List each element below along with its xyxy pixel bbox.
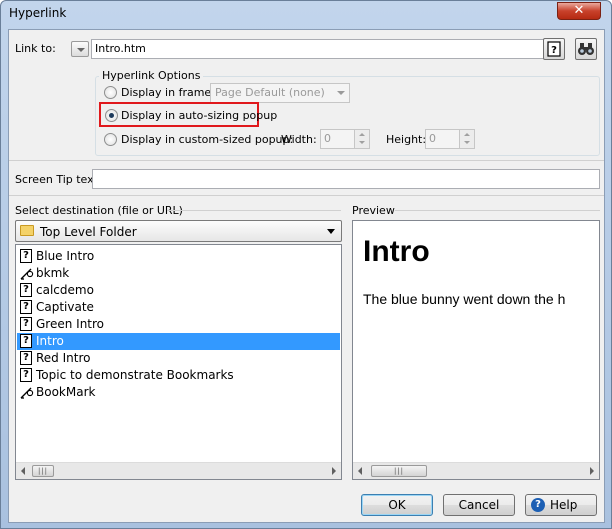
topic-icon: ? [20, 283, 32, 297]
close-button[interactable]: ✕ [557, 2, 601, 20]
list-item[interactable]: bkmk [17, 265, 340, 282]
list-item-label: bkmk [36, 266, 70, 280]
help-button[interactable]: ? Help [525, 494, 597, 516]
list-item-label: calcdemo [36, 283, 94, 297]
spinner-arrows-icon[interactable] [459, 130, 474, 148]
screen-tip-input[interactable] [92, 169, 600, 189]
link-to-label: Link to: [15, 42, 56, 55]
preview-body-text: The blue bunny went down the h [363, 291, 566, 307]
topic-icon: ? [20, 300, 32, 314]
binoculars-icon [578, 43, 594, 55]
height-stepper[interactable]: 0 [425, 129, 475, 149]
spinner-arrows-icon[interactable] [354, 130, 369, 148]
width-value: 0 [324, 132, 331, 145]
divider [9, 160, 604, 161]
folder-icon [20, 225, 34, 236]
topic-icon: ? [20, 334, 32, 348]
display-in-frame-label: Display in frame: [121, 86, 215, 99]
list-item[interactable]: ? Topic to demonstrate Bookmarks [17, 367, 340, 384]
dialog-body: Link to: Intro.htm ? Hyperlink Options D… [8, 29, 605, 523]
topic-icon: ? [20, 317, 32, 331]
list-item-selected[interactable]: ? Intro [17, 333, 340, 350]
title-bar: Hyperlink ✕ [1, 1, 611, 27]
custom-sized-popup-radio[interactable] [104, 133, 117, 146]
svg-text:?: ? [551, 45, 557, 56]
folder-select-value: Top Level Folder [40, 225, 137, 239]
width-label: Width: [281, 133, 317, 146]
list-item[interactable]: ? Blue Intro [17, 248, 340, 265]
list-item-label: Green Intro [36, 317, 105, 331]
display-in-frame-radio[interactable] [104, 86, 117, 99]
window-title: Hyperlink [9, 6, 67, 20]
list-item-label: Captivate [36, 300, 94, 314]
height-value: 0 [429, 132, 436, 145]
divider [167, 210, 341, 211]
bookmark-icon [20, 387, 34, 399]
list-item-label: Red Intro [36, 351, 91, 365]
topic-help-button[interactable]: ? [543, 38, 565, 60]
preview-pane: Intro The blue bunny went down the h ||| [352, 220, 600, 480]
destination-list[interactable]: ? Blue Intro bkmk ? calcdemo ? Captivate [15, 244, 342, 480]
auto-sizing-popup-radio[interactable] [105, 109, 118, 122]
chevron-down-icon [337, 91, 345, 95]
divider [395, 210, 600, 211]
link-to-input[interactable]: Intro.htm [91, 39, 560, 59]
scroll-left-icon[interactable] [21, 467, 25, 475]
help-page-icon: ? [547, 41, 561, 57]
divider [9, 195, 604, 196]
scroll-left-icon[interactable] [358, 467, 362, 475]
list-item-label: BookMark [36, 385, 96, 399]
ok-button[interactable]: OK [361, 494, 433, 516]
scroll-thumb[interactable]: ||| [371, 465, 427, 477]
list-item[interactable]: BookMark [17, 384, 340, 401]
list-item-label: Blue Intro [36, 249, 95, 263]
preview-heading: Intro [363, 235, 430, 268]
frame-select-value: Page Default (none) [215, 86, 325, 99]
height-label: Height: [386, 133, 427, 146]
auto-sizing-popup-label: Display in auto-sizing popup [121, 109, 278, 122]
screen-tip-label: Screen Tip text: [15, 173, 102, 186]
list-item[interactable]: ? Red Intro [17, 350, 340, 367]
chevron-down-icon [77, 48, 85, 52]
topic-icon: ? [20, 351, 32, 365]
list-item-label: Intro [36, 334, 64, 348]
bookmark-icon [20, 268, 34, 280]
list-item[interactable]: ? Green Intro [17, 316, 340, 333]
list-item-label: Topic to demonstrate Bookmarks [36, 368, 234, 382]
browse-button[interactable] [575, 38, 597, 60]
chevron-down-icon [327, 229, 335, 234]
horizontal-scrollbar[interactable]: ||| [353, 462, 599, 479]
list-item[interactable]: ? calcdemo [17, 282, 340, 299]
custom-sized-popup-label: Display in custom-sized popup: [121, 133, 294, 146]
scroll-right-icon[interactable] [590, 467, 594, 475]
frame-select[interactable]: Page Default (none) [210, 83, 350, 103]
horizontal-scrollbar[interactable]: ||| [16, 462, 341, 479]
topic-icon: ? [20, 249, 32, 263]
destination-label: Select destination (file or URL) [15, 204, 183, 217]
hyperlink-options-legend: Hyperlink Options [99, 69, 204, 82]
scroll-thumb[interactable]: ||| [32, 465, 54, 477]
width-stepper[interactable]: 0 [320, 129, 370, 149]
scroll-right-icon[interactable] [332, 467, 336, 475]
list-item[interactable]: ? Captivate [17, 299, 340, 316]
cancel-button[interactable]: Cancel [443, 494, 515, 516]
link-history-dropdown[interactable] [71, 41, 89, 57]
help-button-label: Help [550, 498, 578, 512]
help-icon: ? [531, 498, 545, 512]
topic-icon: ? [20, 368, 32, 382]
preview-label: Preview [352, 204, 395, 217]
hyperlink-dialog: Hyperlink ✕ Link to: Intro.htm ? Hyperli… [0, 0, 612, 529]
folder-select[interactable]: Top Level Folder [15, 220, 342, 242]
